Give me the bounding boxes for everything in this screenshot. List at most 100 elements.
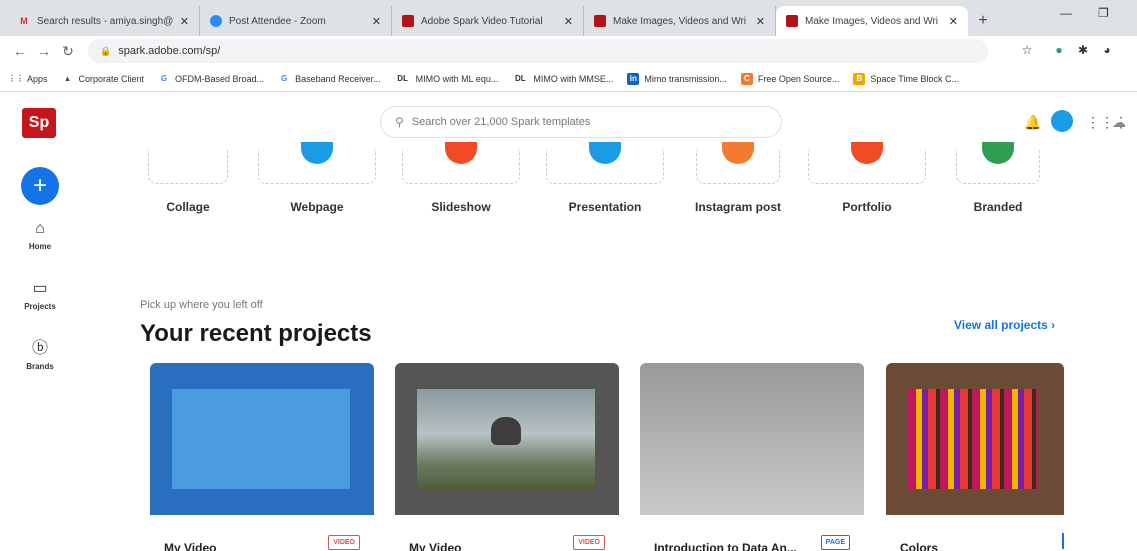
browser-tab-strip: M Search results - amiya.singh@ ✕ Post A…	[0, 0, 1137, 36]
template-label: Portfolio	[842, 200, 892, 214]
cloud-icon[interactable]: ☁	[1112, 114, 1126, 131]
template-card	[808, 142, 926, 184]
google-icon: G	[280, 74, 288, 83]
home-icon: ⌂	[35, 220, 45, 237]
project-meta: My Video VIDEO	[150, 515, 374, 551]
template-card	[148, 150, 228, 184]
project-thumbnail	[395, 363, 619, 515]
new-tab-button[interactable]: +	[968, 6, 998, 36]
bookmark-mimo-mmse[interactable]: DL MIMO with MMSE...	[512, 73, 613, 85]
portfolio-icon	[851, 142, 883, 164]
profile-icon[interactable]: ◕	[1098, 41, 1116, 59]
browser-tab-spark-active[interactable]: Make Images, Videos and Wri ✕	[776, 6, 968, 36]
template-label: Presentation	[568, 200, 642, 214]
project-thumbnail	[150, 363, 374, 515]
spark-logo[interactable]: Sp	[22, 108, 56, 138]
sidebar-item-home[interactable]: ⌂ Home	[10, 220, 70, 251]
bookmark-label: MIMO with ML equ...	[415, 73, 499, 84]
address-bar[interactable]: 🔒 spark.adobe.com/sp/	[88, 39, 988, 63]
reload-icon[interactable]: ↻	[56, 43, 80, 60]
extension-grammarly-icon[interactable]: ●	[1050, 41, 1068, 59]
sidebar-item-label: Home	[28, 242, 52, 251]
template-card	[546, 142, 664, 184]
folder-icon: ▭	[32, 280, 48, 297]
project-card[interactable]: Introduction to Data An... PAGE	[640, 363, 864, 551]
browser-tab-spark-tutorial[interactable]: Adobe Spark Video Tutorial ✕	[392, 6, 584, 36]
site-icon: B	[853, 72, 866, 85]
template-branded[interactable]: Branded	[956, 142, 1040, 214]
slideshow-icon	[445, 142, 477, 164]
template-card	[956, 142, 1040, 184]
browser-toolbar: ← → ↻ 🔒 spark.adobe.com/sp/	[0, 36, 1137, 66]
spark-icon	[594, 15, 606, 27]
template-slideshow[interactable]: Slideshow	[402, 142, 520, 214]
create-button[interactable]: +	[21, 167, 59, 205]
bookmark-mimo-transmission[interactable]: in Mimo transmission...	[627, 72, 727, 85]
view-all-projects-link[interactable]: View all projects ›	[954, 318, 1055, 332]
template-label: Branded	[973, 200, 1023, 214]
project-card[interactable]: My Video VIDEO	[395, 363, 619, 551]
template-presentation[interactable]: Presentation	[546, 142, 664, 214]
project-type-badge-edge	[1062, 533, 1064, 549]
template-tiles: Collage Webpage Slideshow Presentation I…	[130, 142, 1090, 270]
project-card[interactable]: Colors	[886, 363, 1064, 551]
browser-tab-gmail[interactable]: M Search results - amiya.singh@ ✕	[8, 6, 200, 36]
spark-app: Sp ⚲ Search over 21,000 Spark templates …	[0, 92, 1137, 551]
project-card[interactable]: My Video VIDEO	[150, 363, 374, 551]
bookmark-label: Baseband Receiver...	[295, 73, 381, 84]
project-name: Colors	[900, 541, 939, 551]
bookmark-label: Apps	[27, 73, 48, 84]
close-icon[interactable]: ✕	[949, 15, 958, 28]
sidebar-item-projects[interactable]: ▭ Projects	[10, 278, 70, 311]
bookmark-corporate-client[interactable]: ▲ Corporate Client	[62, 73, 145, 85]
tab-title: Make Images, Videos and Wri	[613, 15, 747, 27]
browser-tab-spark-1[interactable]: Make Images, Videos and Wri ✕	[584, 6, 776, 36]
extensions-puzzle-icon[interactable]: ✱	[1074, 41, 1092, 59]
bookmark-apps[interactable]: ⋮⋮ Apps	[8, 73, 48, 85]
close-icon[interactable]: ✕	[372, 15, 381, 28]
bookmark-space-time[interactable]: B Space Time Block C...	[853, 72, 959, 85]
restore-icon[interactable]: ❐	[1098, 6, 1109, 20]
project-name: My Video	[409, 541, 462, 551]
recent-projects-heading: Your recent projects	[140, 320, 372, 347]
bookmark-free-open-source[interactable]: C Free Open Source...	[740, 72, 839, 85]
brand-icon: ⓑ	[31, 340, 48, 357]
bookmark-ofdm[interactable]: G OFDM-Based Broad...	[158, 73, 264, 85]
apps-grid-icon: ⋮⋮	[8, 74, 24, 83]
dl-icon: DL	[397, 74, 408, 83]
spark-icon	[402, 15, 414, 27]
presentation-icon	[589, 142, 621, 164]
gmail-icon: M	[20, 16, 28, 26]
close-icon[interactable]: ✕	[756, 15, 765, 28]
minimize-icon[interactable]: —	[1060, 6, 1072, 20]
template-instagram-post[interactable]: Instagram post	[688, 142, 788, 214]
template-webpage[interactable]: Webpage	[258, 142, 376, 214]
close-icon[interactable]: ✕	[564, 15, 573, 28]
template-card	[258, 142, 376, 184]
app-header: Sp ⚲ Search over 21,000 Spark templates …	[0, 92, 1137, 150]
bell-icon[interactable]: 🔔	[1024, 114, 1041, 131]
spark-icon	[786, 15, 798, 27]
avatar[interactable]	[1051, 110, 1073, 132]
lock-icon: 🔒	[100, 45, 112, 56]
drive-icon: ▲	[63, 74, 72, 83]
template-search-input[interactable]: ⚲ Search over 21,000 Spark templates	[380, 106, 782, 138]
forward-icon[interactable]: →	[32, 43, 56, 59]
project-type-badge: VIDEO	[328, 535, 360, 550]
bookmark-star-icon[interactable]: ☆	[1018, 41, 1036, 59]
sidebar: + ⌂ Home ▭ Projects ⓑ Brands	[0, 150, 80, 551]
project-name: My Video	[164, 541, 217, 551]
tab-title: Post Attendee - Zoom	[229, 15, 326, 27]
template-collage[interactable]: Collage	[148, 150, 228, 214]
template-portfolio[interactable]: Portfolio	[808, 142, 926, 214]
close-icon[interactable]: ✕	[180, 15, 189, 28]
bookmark-label: OFDM-Based Broad...	[175, 73, 265, 84]
back-icon[interactable]: ←	[8, 43, 32, 59]
bookmark-label: MIMO with MMSE...	[533, 73, 614, 84]
project-thumbnail	[640, 363, 864, 515]
bookmark-mimo-ml[interactable]: DL MIMO with ML equ...	[395, 73, 499, 85]
browser-tab-zoom[interactable]: Post Attendee - Zoom ✕	[200, 6, 392, 36]
project-type-badge: VIDEO	[573, 535, 605, 550]
bookmark-baseband[interactable]: G Baseband Receiver...	[278, 73, 381, 85]
sidebar-item-brands[interactable]: ⓑ Brands	[10, 334, 70, 371]
